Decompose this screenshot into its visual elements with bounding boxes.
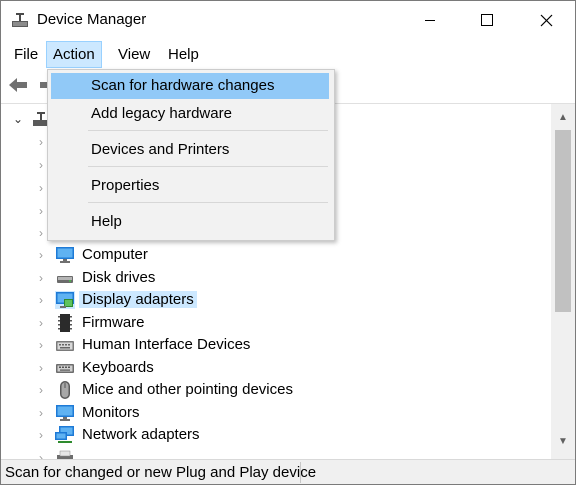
menu-help[interactable]: Help [162,42,205,67]
tree-item-label: Human Interface Devices [82,336,251,353]
chevron-right-icon[interactable]: › [35,429,47,441]
chevron-up-icon: ▲ [558,112,568,123]
menu-separator [88,166,328,167]
tree-item-monitors[interactable]: › Monitors [1,402,551,424]
tree-item-human-interface-devices[interactable]: › Human Interface Devices [1,334,551,356]
menu-item-label: Properties [91,177,160,194]
tree-item-disk-drives[interactable]: › Disk drives [1,267,551,289]
firmware-icon [58,314,72,332]
tree-item-label: Keyboards [82,359,154,376]
printer-icon [57,450,73,459]
tree-item-label: Disk drives [82,269,156,286]
menu-separator [88,202,328,203]
back-arrow-icon [9,78,27,92]
menu-item-help[interactable]: Help [51,209,329,235]
tree-item-keyboards[interactable]: › Keyboards [1,357,551,379]
chevron-right-icon[interactable]: › [35,272,47,284]
close-button[interactable] [523,1,569,39]
chevron-right-icon[interactable]: › [35,407,47,419]
tree-item-label: Computer [82,246,148,263]
status-bar: Scan for changed or new Plug and Play de… [1,459,575,484]
close-icon [540,14,552,26]
action-menu-dropdown: Scan for hardware changes Add legacy har… [47,69,335,241]
display-adapter-icon [55,291,75,309]
menu-item-scan-for-hardware-changes[interactable]: Scan for hardware changes [51,73,329,99]
menu-item-properties[interactable]: Properties [51,173,329,199]
tree-item-label: Mice and other pointing devices [82,381,293,398]
maximize-button[interactable] [464,1,510,39]
tree-item-mice[interactable]: › Mice and other pointing devices [1,379,551,401]
chevron-right-icon[interactable]: › [35,384,47,396]
computer-icon [56,247,74,263]
menu-action[interactable]: Action [46,41,102,68]
tree-item-label: Monitors [82,404,140,421]
tree-item-label: Firmware [82,314,145,331]
chevron-right-icon[interactable]: › [35,227,47,239]
disk-drive-icon [57,276,73,283]
monitor-icon [56,405,74,421]
menu-item-label: Add legacy hardware [91,105,232,122]
menu-item-label: Scan for hardware changes [91,77,275,94]
chevron-right-icon[interactable]: › [35,182,47,194]
chevron-right-icon[interactable]: › [35,249,47,261]
scroll-thumb[interactable] [555,130,571,312]
network-adapter-icon [55,426,74,443]
window-title: Device Manager [37,11,147,28]
title-bar[interactable]: Device Manager [1,1,575,39]
back-button[interactable] [6,73,30,97]
tree-item-network-adapters[interactable]: › Network adapters [1,424,551,446]
chevron-right-icon[interactable]: › [35,205,47,217]
device-manager-icon [12,13,28,27]
device-manager-window: Device Manager File Action View Help ⌄ ›… [0,0,576,485]
chevron-right-icon[interactable]: › [35,136,47,148]
menu-item-label: Devices and Printers [91,141,230,158]
hid-icon [56,341,74,351]
tree-item-display-adapters[interactable]: › Display adapters [1,289,551,311]
chevron-right-icon[interactable]: › [35,317,47,329]
menu-item-devices-and-printers[interactable]: Devices and Printers [51,137,329,163]
menu-file[interactable]: File [8,42,44,67]
tree-item-computer[interactable]: › Computer [1,244,551,266]
chevron-down-icon[interactable]: ⌄ [12,113,24,125]
keyboard-icon [56,364,74,373]
menu-bar: File Action View Help [1,39,575,69]
minimize-button[interactable] [407,1,453,39]
scroll-up-button[interactable]: ▲ [551,109,575,126]
maximize-icon [481,14,493,26]
status-text: Scan for changed or new Plug and Play de… [5,464,317,481]
mouse-icon [60,381,70,399]
status-divider [300,462,301,483]
tree-item-label: Display adapters [79,291,197,308]
menu-item-label: Help [91,213,122,230]
menu-item-add-legacy-hardware[interactable]: Add legacy hardware [51,101,329,127]
minimize-icon [425,20,435,21]
chevron-right-icon[interactable]: › [35,362,47,374]
chevron-right-icon[interactable]: › [35,294,47,306]
chevron-right-icon[interactable]: › [35,452,47,459]
vertical-scrollbar[interactable]: ▲ ▼ [551,104,575,459]
scroll-down-button[interactable]: ▼ [551,433,575,450]
chevron-down-icon: ▼ [558,436,568,447]
tree-item-firmware[interactable]: › Firmware [1,312,551,334]
chevron-right-icon[interactable]: › [35,339,47,351]
chevron-right-icon[interactable]: › [35,159,47,171]
menu-separator [88,130,328,131]
menu-view[interactable]: View [112,42,156,67]
tree-item-label: Network adapters [82,426,200,443]
tree-row-partial[interactable]: › [1,447,551,459]
